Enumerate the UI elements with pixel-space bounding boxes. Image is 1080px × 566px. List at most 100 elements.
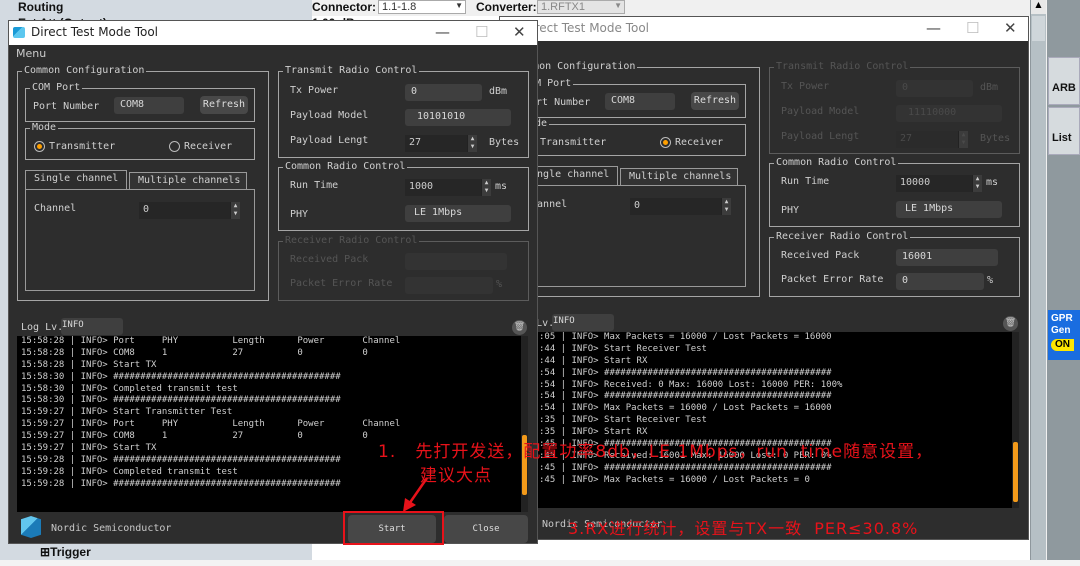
tab-multiple-channels[interactable]: Multiple channels [129, 172, 247, 190]
payload-model-field[interactable]: 11110000 [896, 105, 1002, 122]
connector-select[interactable]: 1.1-1.8 ▼ [378, 0, 466, 14]
payload-model-label: Payload Model [290, 110, 369, 121]
packet-error-rate-field[interactable] [405, 277, 493, 294]
refresh-button[interactable]: Refresh [200, 96, 248, 114]
spin-arrows-icon[interactable]: ▲ ▼ [721, 198, 731, 215]
payload-length-value: 27 [409, 137, 422, 148]
log-line: :54 | INFO> Max Packets = 16000 / Lost P… [539, 403, 832, 414]
payload-model-label: Payload Model [781, 106, 860, 117]
converter-select[interactable]: 1.RFTX1 ▼ [537, 0, 625, 14]
nordic-app-icon [13, 27, 25, 38]
receiver-radio-control-group: Receiver Radio Control Received Pack Pac… [278, 235, 529, 301]
port-number-field[interactable]: COM8 [114, 97, 184, 114]
refresh-button[interactable]: Refresh [691, 92, 739, 110]
title-bar[interactable]: Direct Test Mode Tool — ☐ ✕ [9, 21, 537, 45]
log-line: :44 | INFO> Start RX [539, 355, 648, 366]
trash-icon[interactable]: 🗑 [1003, 316, 1018, 331]
spin-arrows-icon[interactable]: ▲ ▼ [481, 179, 491, 196]
trash-icon[interactable]: 🗑 [512, 320, 527, 335]
tab-single-channel[interactable]: Single channel [25, 170, 127, 190]
group-title: Mode [30, 122, 59, 134]
channel-spinbox[interactable]: 0 ▲ ▼ [630, 198, 731, 215]
payload-length-spinbox[interactable]: 27 ▲ ▼ [405, 135, 477, 152]
received-pack-field[interactable] [405, 253, 507, 270]
transmit-radio-control-group: Transmit Radio Control Tx Power 0 dBm Pa… [278, 65, 529, 158]
spin-arrows-icon[interactable]: ▲ ▼ [467, 135, 477, 152]
close-icon[interactable]: ✕ [1004, 19, 1017, 37]
packet-error-rate-unit: % [496, 279, 503, 290]
channel-label: Channel [34, 203, 77, 214]
spin-arrows-icon[interactable]: ▲ ▼ [230, 202, 240, 219]
run-time-label: Run Time [290, 180, 339, 191]
radio-label: Transmitter [540, 137, 607, 148]
gpr-on-badge: ON [1051, 339, 1074, 351]
log-line: :44 | INFO> Start Receiver Test [539, 343, 707, 354]
close-icon[interactable]: ✕ [513, 23, 526, 41]
packet-error-rate-label: Packet Error Rate [290, 278, 393, 289]
tab-multiple-channels[interactable]: Multiple channels [620, 168, 738, 186]
group-title: Common Radio Control [283, 161, 408, 173]
run-time-spinbox[interactable]: 10000 ▲ ▼ [896, 175, 982, 192]
receiver-radio[interactable]: Receiver [660, 137, 723, 148]
minimize-icon[interactable]: — [435, 23, 450, 41]
log-level-select[interactable]: INFO [61, 318, 123, 335]
run-time-value: 1000 [409, 181, 434, 192]
gpr-generator-block[interactable]: GPR Gen ON [1048, 310, 1080, 360]
converter-value: 1.RFTX1 [541, 1, 586, 13]
group-title: Receiver Radio Control [283, 235, 420, 247]
log-scroll-thumb[interactable] [1013, 442, 1018, 502]
channel-value: 0 [143, 204, 150, 215]
log-line: :05 | INFO> Max Packets = 16000 / Lost P… [539, 332, 832, 342]
channel-spinbox[interactable]: 0 ▲ ▼ [139, 202, 240, 219]
phy-select[interactable]: LE 1Mbps [405, 205, 511, 222]
scroll-thumb[interactable] [1032, 16, 1045, 41]
log-line: :54 | INFO> ############################… [539, 367, 832, 378]
log-scrollbar[interactable] [521, 336, 528, 512]
maximize-icon[interactable]: ☐ [966, 19, 979, 37]
group-title: COM Port [30, 82, 83, 94]
gen-label: Gen [1051, 325, 1071, 336]
spin-arrows-icon[interactable]: ▲ ▼ [972, 175, 982, 192]
log-scrollbar[interactable] [1012, 332, 1019, 508]
spin-arrows-icon[interactable]: ▲ ▼ [958, 131, 968, 148]
com-port-group: COM Port Port Number COM8 Refresh [25, 82, 255, 122]
maximize-icon[interactable]: ☐ [475, 23, 488, 41]
payload-model-field[interactable]: 10101010 [405, 109, 511, 126]
log-line: 15:59:27 | INFO> Start Transmitter Test [21, 407, 233, 418]
tree-item-routing[interactable]: Routing [18, 0, 63, 14]
main-scrollbar[interactable]: ▲ [1030, 0, 1046, 560]
log-line: :45 | INFO> ############################… [539, 462, 832, 473]
tree-item-trigger[interactable]: ⊞Trigger [40, 545, 91, 559]
arb-button[interactable]: ARB [1048, 57, 1080, 105]
expand-icon[interactable]: ⊞ [40, 545, 50, 559]
log-line: :35 | INFO> Start Receiver Test [539, 415, 707, 426]
log-output[interactable]: :05 | INFO> Max Packets = 16000 / Lost P… [508, 332, 1019, 508]
phy-select[interactable]: LE 1Mbps [896, 201, 1002, 218]
received-pack-field[interactable]: 16001 [896, 249, 998, 266]
packet-error-rate-label: Packet Error Rate [781, 274, 884, 285]
transmitter-radio[interactable]: Transmitter [34, 141, 115, 152]
run-time-spinbox[interactable]: 1000 ▲ ▼ [405, 179, 491, 196]
tx-power-field[interactable]: 0 [896, 80, 973, 97]
log-level-select[interactable]: INFO [552, 314, 614, 331]
tx-power-field[interactable]: 0 [405, 84, 482, 101]
packet-error-rate-field[interactable]: 0 [896, 273, 984, 290]
payload-length-spinbox[interactable]: 27 ▲ ▼ [896, 131, 968, 148]
scroll-up-icon[interactable]: ▲ [1031, 0, 1046, 14]
receiver-radio-control-group: Receiver Radio Control Received Pack 160… [769, 231, 1020, 297]
log-line: 15:58:30 | INFO> #######################… [21, 371, 341, 382]
mode-group: Mode Transmitter Receiver [25, 122, 255, 160]
list-button[interactable]: List [1048, 107, 1080, 155]
port-number-field[interactable]: COM8 [605, 93, 675, 110]
log-line: 15:58:28 | INFO> COM8 1 27 0 0 [21, 347, 368, 358]
minimize-icon[interactable]: — [926, 19, 941, 37]
menu[interactable]: Menu [16, 47, 46, 60]
port-number-label: Port Number [33, 101, 100, 112]
tx-power-unit: dBm [980, 82, 999, 93]
close-button[interactable]: Close [444, 515, 528, 543]
title-bar[interactable]: Direct Test Mode Tool — ☐ ✕ [500, 17, 1028, 41]
receiver-radio[interactable]: Receiver [169, 141, 232, 152]
log-line: :54 | INFO> ############################… [539, 391, 832, 402]
trigger-label: Trigger [50, 545, 91, 559]
annotation-step1: 1. 先打开发送，配置功率8db，LE 1Mbps，run time随意设置， [378, 442, 934, 462]
